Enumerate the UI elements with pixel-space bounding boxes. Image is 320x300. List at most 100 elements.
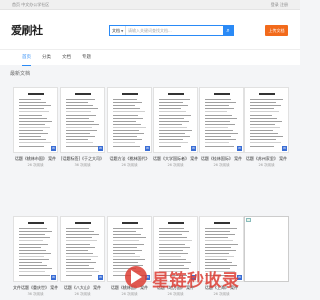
thumb-text-line: [205, 228, 237, 229]
thumb-text-line: [159, 255, 181, 257]
doc-title[interactable]: 话题方法《桃林国代》: [107, 156, 152, 162]
search-button[interactable]: ⌕: [223, 26, 233, 35]
thumb-text-line: [113, 108, 140, 110]
nav-item-home[interactable]: 首页: [22, 50, 31, 66]
thumb-text-line: [159, 120, 189, 122]
thumb-text-line: [19, 255, 44, 257]
thumb-text-line: [66, 268, 94, 270]
thumb-text-line: [250, 120, 282, 122]
thumb-text-line: [19, 130, 43, 131]
doc-title[interactable]: 话题《八大山》 案件: [60, 285, 105, 291]
thumb-text-line: [205, 105, 229, 107]
thumb-text-line: [159, 243, 185, 245]
doc-thumbnail-placeholder[interactable]: [244, 216, 289, 282]
thumb-text-line: [205, 246, 231, 248]
thumb-text-line: [113, 99, 137, 100]
upload-button[interactable]: 上传文档: [265, 25, 288, 36]
thumb-text-line: [113, 237, 146, 239]
doc-thumbnail[interactable]: W: [60, 87, 105, 153]
thumb-text-line: [205, 99, 231, 100]
thumb-text-line: [66, 234, 99, 236]
doc-thumbnail[interactable]: W: [60, 216, 105, 282]
doc-thumbnail[interactable]: W: [199, 87, 244, 153]
thumb-text-line: [66, 108, 98, 110]
thumb-text-line: [113, 145, 140, 147]
doc-title[interactable]: 话题《大学国际者》 案件: [153, 156, 198, 162]
nav-item-category[interactable]: 分类: [42, 50, 51, 66]
thumb-text-line: [19, 231, 52, 233]
topbar-links[interactable]: 首页 中文办公学社区: [12, 2, 49, 8]
thumb-text-line: [66, 123, 99, 125]
site-logo[interactable]: 爱刷社: [11, 22, 43, 38]
thumb-title-line: [75, 222, 91, 224]
thumb-text-line: [159, 262, 191, 264]
thumb-text-line: [66, 126, 92, 128]
doc-thumbnail[interactable]: W: [13, 216, 58, 282]
word-file-icon: W: [145, 146, 150, 151]
section-title: 最新文档: [10, 71, 31, 77]
thumb-text-line: [19, 99, 41, 100]
nav-item-docs[interactable]: 文档: [62, 50, 71, 66]
word-file-icon: W: [237, 146, 242, 151]
thumb-text-line: [66, 262, 96, 264]
doc-thumbnail[interactable]: W: [13, 87, 58, 153]
watermark-text: 星链秒收录: [152, 271, 240, 291]
thumb-text-line: [66, 240, 97, 242]
search-scope-select[interactable]: 文档▼: [110, 26, 126, 35]
thumb-title-line: [168, 93, 184, 95]
search-box: 文档▼ 请输入关键词查找文档... ⌕: [109, 25, 234, 36]
thumb-text-line: [19, 139, 46, 141]
thumb-text-line: [19, 268, 52, 270]
thumb-text-line: [113, 142, 135, 144]
thumb-text-line: [113, 130, 139, 131]
thumb-text-line: [250, 117, 277, 119]
watermark-logo-icon: [125, 266, 147, 288]
thumb-text-line: [66, 142, 93, 144]
thumb-text-line: [19, 126, 50, 128]
thumb-text-line: [19, 237, 50, 239]
doc-thumbnail[interactable]: W: [107, 87, 152, 153]
doc-title[interactable]: 话题《桃林市国》 案件: [13, 156, 58, 162]
thumb-text-line: [19, 105, 51, 107]
thumb-text-line: [19, 142, 51, 144]
doc-read-count: 26 次阅读: [74, 292, 91, 296]
thumb-text-line: [66, 130, 97, 131]
thumb-text-line: [159, 237, 187, 239]
thumb-text-line: [66, 246, 95, 248]
thumb-text-line: [19, 240, 43, 242]
search-input[interactable]: 请输入关键词查找文档...: [128, 26, 222, 35]
doc-title[interactable]: 话题《桂林国际》 案件: [199, 156, 244, 162]
thumb-text-line: [205, 237, 228, 239]
doc-thumbnail[interactable]: W: [244, 87, 289, 153]
thumb-text-line: [205, 130, 233, 131]
doc-thumbnail[interactable]: W: [153, 87, 198, 153]
thumb-text-line: [250, 136, 283, 138]
thumb-title-line: [75, 93, 91, 95]
thumb-text-line: [159, 114, 191, 116]
thumb-text-line: [19, 114, 42, 116]
thumb-text-line: [19, 262, 42, 264]
broken-image-icon: [246, 218, 251, 222]
thumb-text-line: [205, 145, 234, 147]
doc-read-count: 36 次阅读: [74, 163, 91, 167]
thumb-text-line: [113, 246, 137, 248]
thumb-text-line: [159, 142, 188, 144]
doc-title[interactable]: [话题标签]《于之大司》: [60, 156, 105, 162]
doc-title[interactable]: 话题《苏州家里》 案件: [244, 156, 289, 162]
thumb-text-line: [205, 120, 230, 122]
thumb-text-line: [159, 126, 187, 128]
nav-item-topics[interactable]: 专题: [82, 50, 91, 66]
thumb-text-line: [159, 234, 182, 236]
thumb-text-line: [250, 130, 273, 131]
thumb-text-line: [205, 114, 232, 116]
thumb-text-line: [250, 102, 276, 104]
doc-title[interactable]: 文件话题《重庆世》 案件: [13, 285, 58, 291]
topbar-auth-links[interactable]: 登录 注册: [271, 2, 288, 8]
thumb-text-line: [19, 249, 46, 251]
thumb-text-line: [159, 231, 189, 233]
thumb-text-line: [159, 133, 185, 135]
thumb-text-line: [205, 255, 234, 257]
thumb-text-line: [250, 139, 276, 141]
thumb-text-line: [205, 142, 229, 144]
thumb-text-line: [159, 111, 186, 113]
